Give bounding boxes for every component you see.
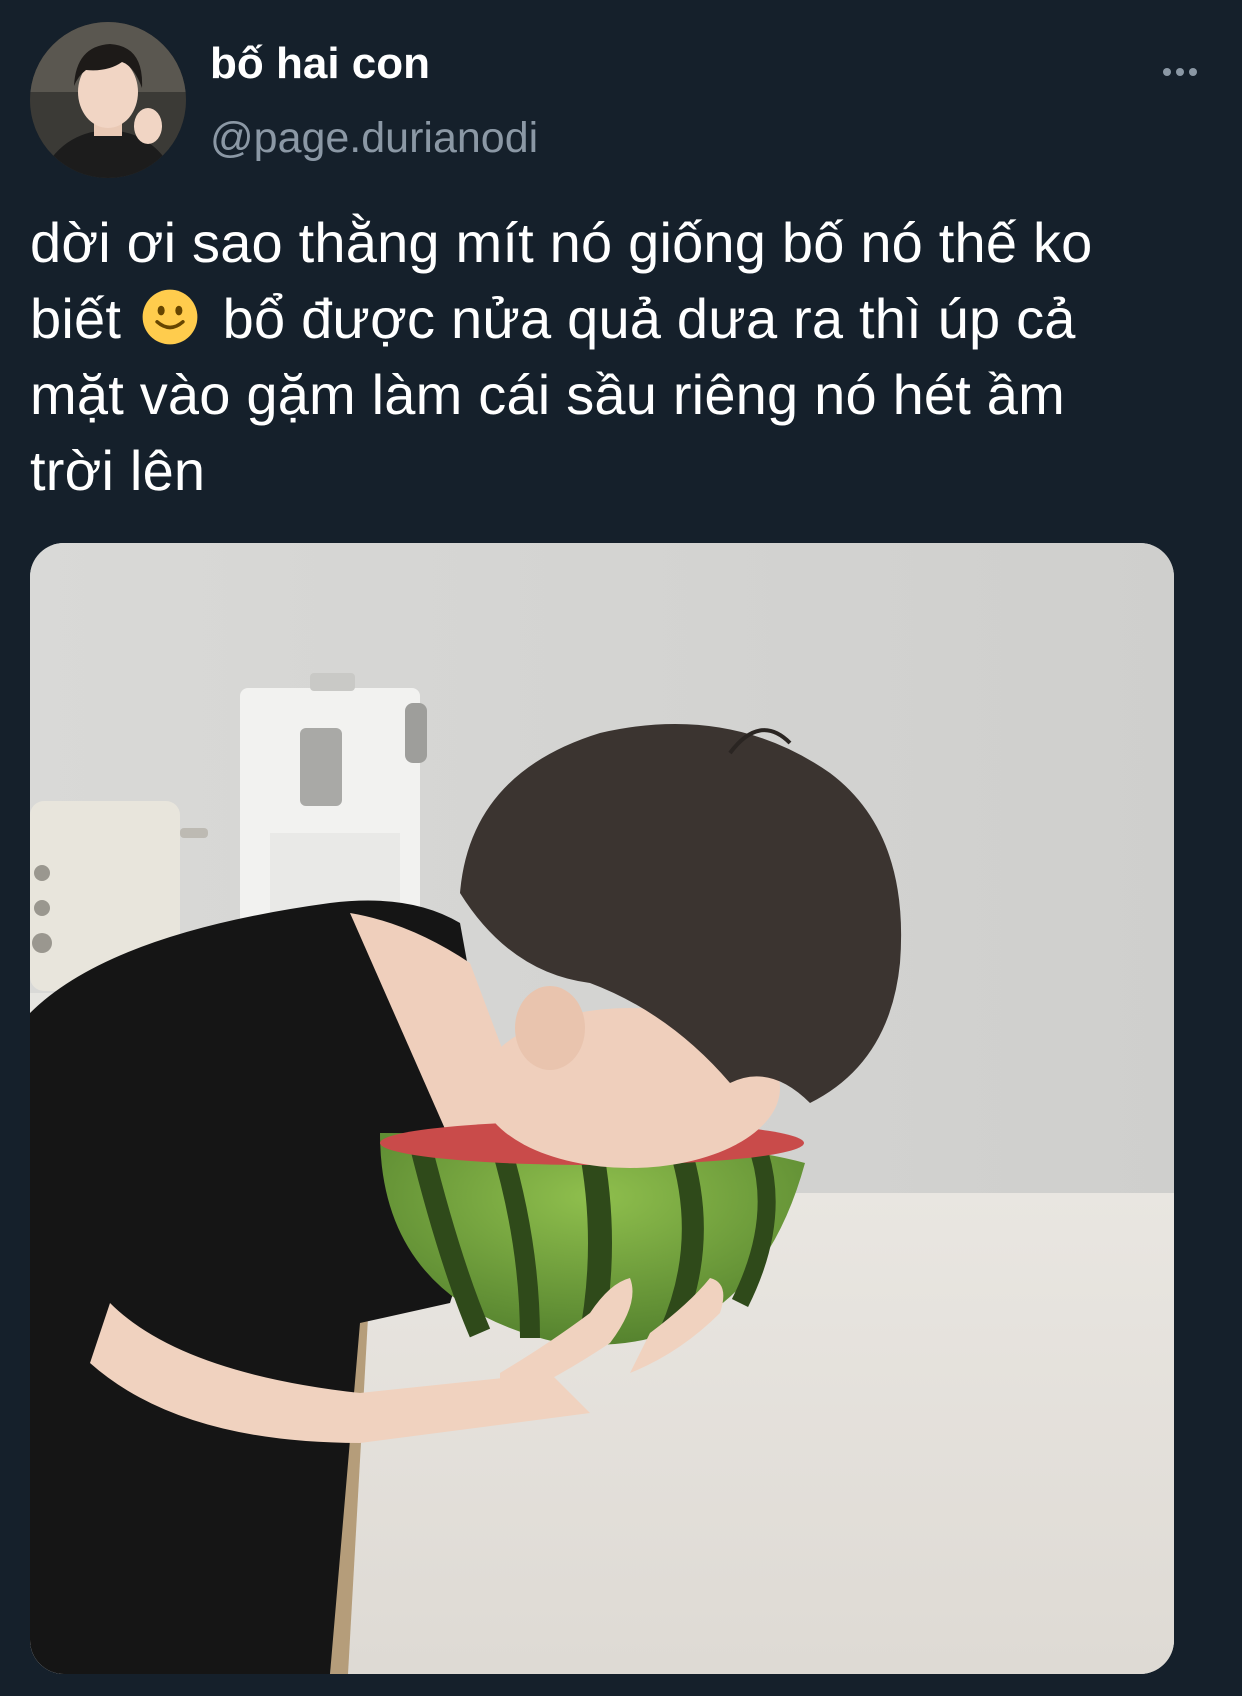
more-options-button[interactable]	[1150, 52, 1210, 92]
more-dot	[1189, 68, 1197, 76]
photo-boy-eating-watermelon	[30, 543, 1174, 1674]
tweet-text-fragment: biết	[30, 287, 122, 350]
tweet-text-line: mặt vào gặm làm cái sầu riêng nó hét ầm	[30, 363, 1065, 426]
tweet-text-line: biết bổ được nửa quả dưa ra thì úp cả	[30, 281, 1225, 357]
display-name[interactable]: bố hai con	[210, 38, 430, 90]
avatar[interactable]	[30, 22, 186, 178]
tweet-text-fragment: bổ được nửa quả dưa ra thì úp cả	[222, 287, 1076, 350]
slightly-smiling-face-icon	[142, 289, 198, 345]
avatar-image	[30, 22, 186, 178]
user-handle[interactable]: @page.durianodi	[210, 112, 538, 164]
tweet-text-line: dời ơi sao thằng mít nó giống bố nó thế …	[30, 211, 1093, 274]
tweet-photo[interactable]	[30, 543, 1174, 1674]
more-dot	[1176, 68, 1184, 76]
tweet-text: dời ơi sao thằng mít nó giống bố nó thế …	[30, 205, 1225, 509]
tweet: bố hai con @page.durianodi dời ơi sao th…	[0, 0, 1242, 1696]
tweet-text-line: trời lên	[30, 439, 206, 502]
more-horizontal-icon	[1163, 68, 1171, 76]
